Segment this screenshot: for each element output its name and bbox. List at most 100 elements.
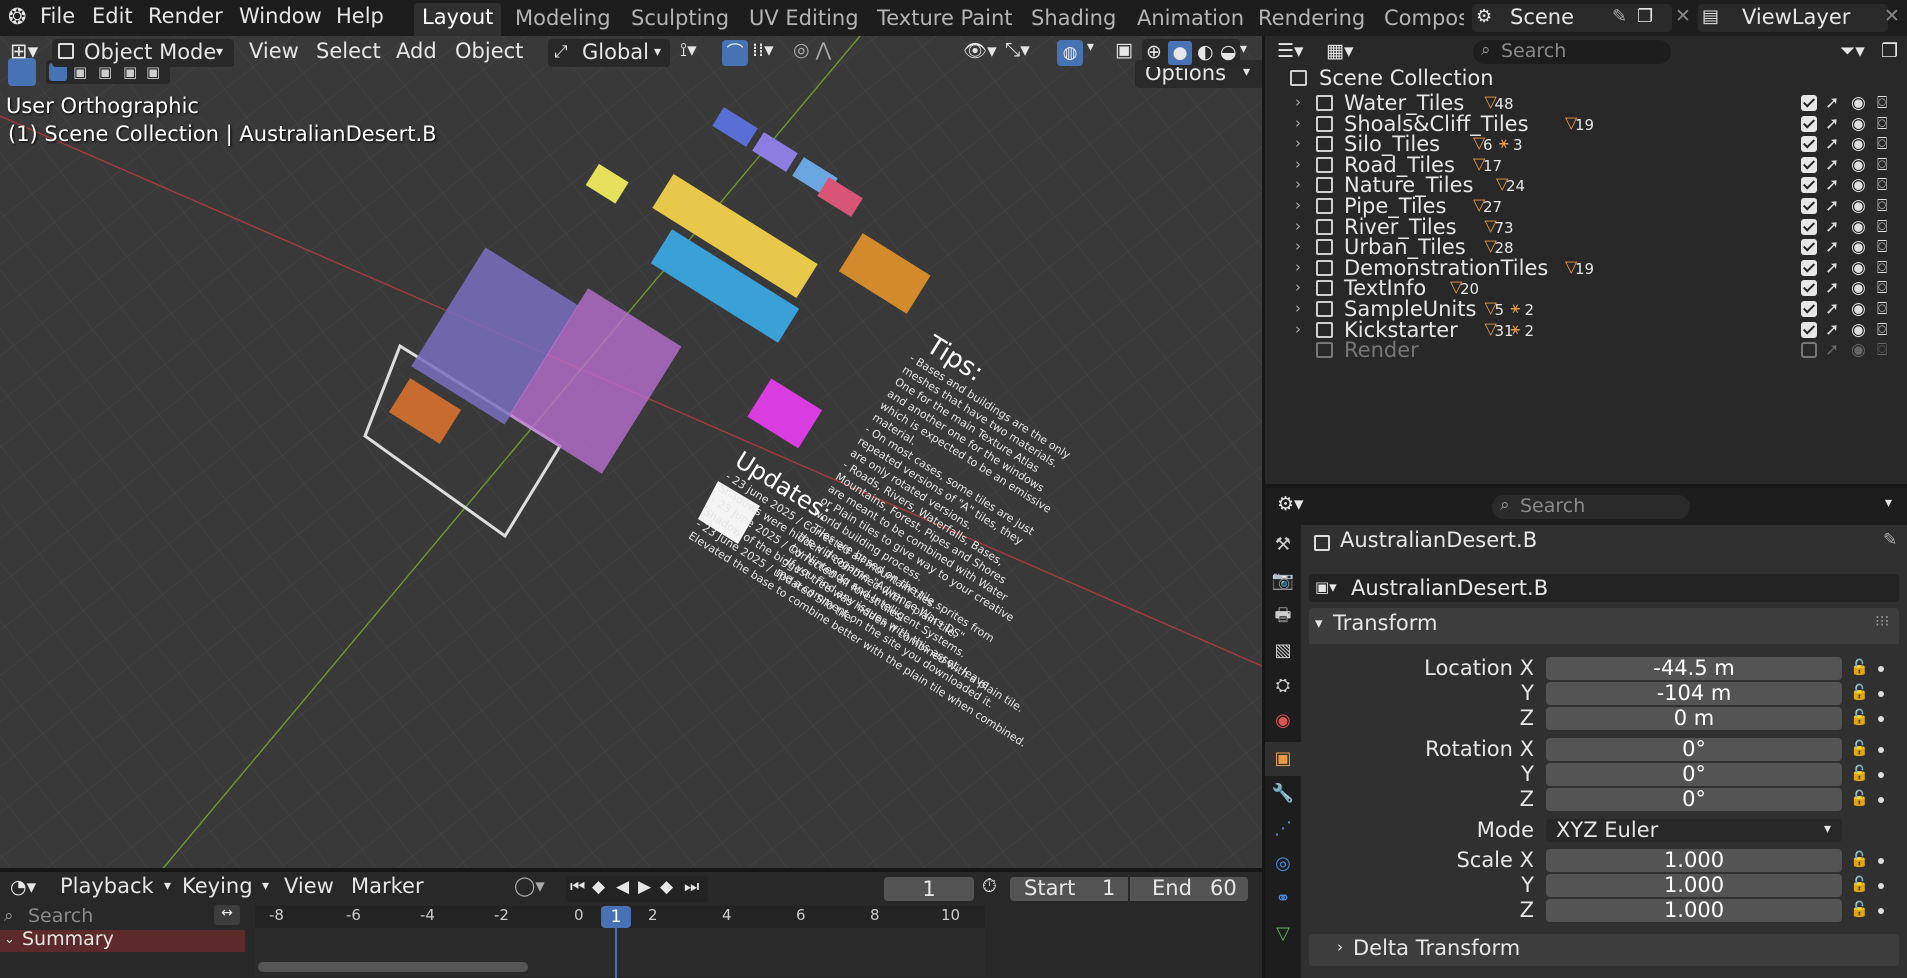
tab-rendering[interactable]: Rendering	[1258, 6, 1365, 30]
close-view-layer-icon[interactable]: ✕	[1884, 5, 1900, 27]
camera-icon[interactable]: ⌼	[1877, 155, 1887, 175]
pin-icon[interactable]: ✎	[1883, 530, 1897, 550]
area-divider[interactable]	[0, 868, 1262, 872]
lock-icon[interactable]: 🔓	[1850, 683, 1869, 701]
menu-view[interactable]: View	[284, 874, 334, 898]
lock-icon[interactable]: 🔓	[1850, 900, 1869, 918]
tab-sculpting[interactable]: Sculpting	[631, 6, 729, 30]
menu-edit[interactable]: Edit	[92, 4, 133, 28]
blender-logo-icon[interactable]: ❂	[8, 5, 26, 30]
keyframe-dot[interactable]	[1878, 908, 1884, 914]
proportional-edit-icon[interactable]: ◎ ⋀	[793, 39, 831, 61]
close-scene-icon[interactable]: ✕	[1675, 5, 1691, 27]
exclude-checkbox[interactable]	[1801, 115, 1817, 132]
scale-y-field[interactable]: 1.000	[1546, 874, 1842, 897]
tab-layout[interactable]: Layout	[414, 3, 502, 36]
exclude-checkbox[interactable]	[1801, 198, 1817, 214]
selectable-icon[interactable]: ➚	[1825, 196, 1839, 216]
output-tab-icon[interactable]: 🖶	[1265, 599, 1301, 633]
selectable-icon[interactable]: ➚	[1825, 320, 1839, 340]
exclude-checkbox[interactable]	[1801, 95, 1817, 111]
modifier-tab-icon[interactable]: 🔧	[1265, 777, 1301, 811]
current-frame-field[interactable]: 1	[884, 877, 974, 901]
playhead-frame[interactable]: 1	[601, 906, 631, 928]
transform-panel-header[interactable]: ▾ Transform ⁝⁝⁝	[1309, 608, 1899, 644]
chevron-right-icon[interactable]: ›	[1295, 93, 1301, 111]
lock-icon[interactable]: 🔓	[1850, 789, 1869, 807]
eye-icon[interactable]: ◉	[1851, 93, 1866, 113]
eye-icon[interactable]: ◉	[1851, 175, 1866, 195]
scene-collection-row[interactable]: Scene Collection	[1265, 66, 1907, 91]
rotation-y-field[interactable]: 0°	[1546, 763, 1842, 786]
location-y-field[interactable]: -104 m	[1546, 682, 1842, 705]
properties-editor-icon[interactable]: ⚙▾	[1277, 493, 1304, 515]
location-z-field[interactable]: 0 m	[1546, 707, 1842, 730]
material-shading-icon[interactable]: ◐	[1197, 41, 1214, 63]
area-divider[interactable]	[1262, 36, 1265, 978]
chevron-down-icon[interactable]: ▾	[1240, 41, 1247, 57]
end-frame-field[interactable]: End 60	[1130, 876, 1248, 901]
selectable-icon[interactable]: ➚	[1825, 155, 1839, 175]
exclude-checkbox[interactable]	[1801, 301, 1817, 317]
selectable-icon[interactable]: ➚	[1825, 237, 1839, 257]
transform-orientation-selector[interactable]: ⤢ Global ▾	[548, 39, 670, 67]
chevron-right-icon[interactable]: ›	[1295, 196, 1301, 214]
view-layer-selector[interactable]: ▤ ViewLayer	[1698, 4, 1888, 32]
chevron-right-icon[interactable]: ›	[1295, 134, 1301, 152]
next-keyframe-icon[interactable]: ◆	[660, 877, 673, 897]
chevron-right-icon[interactable]: ›	[1295, 217, 1301, 235]
shading-mode-buttons[interactable]: ⊕ ● ◐ ◒	[1142, 39, 1240, 67]
chevron-right-icon[interactable]: ›	[1295, 155, 1301, 173]
eye-icon[interactable]: ◉	[1851, 217, 1866, 237]
selectable-icon[interactable]: ➚	[1825, 93, 1839, 113]
timeline-scrollbar[interactable]	[258, 962, 528, 972]
selectable-icon[interactable]: ➚	[1825, 299, 1839, 319]
chevron-down-icon[interactable]: ▾	[1885, 495, 1892, 511]
delta-transform-header[interactable]: › Delta Transform	[1309, 934, 1899, 966]
keyframe-dot[interactable]	[1878, 883, 1884, 889]
display-mode-icon[interactable]: ▦▾	[1326, 40, 1354, 62]
menu-marker[interactable]: Marker	[351, 874, 424, 898]
play-reverse-icon[interactable]: ◀	[616, 877, 629, 897]
constraints-tab-icon[interactable]: ⚭	[1265, 882, 1301, 916]
camera-icon[interactable]: ⌼	[1877, 93, 1887, 113]
tab-modeling[interactable]: Modeling	[515, 6, 611, 30]
wireframe-shading-icon[interactable]: ⊕	[1146, 41, 1162, 63]
editor-type-icon[interactable]: ⊞▾	[10, 39, 38, 63]
exclude-checkbox[interactable]	[1801, 321, 1817, 338]
exclude-checkbox[interactable]	[1801, 177, 1817, 194]
view-layer-tab-icon[interactable]: ▧	[1265, 634, 1301, 668]
pivot-icon[interactable]: ⟟▾	[680, 39, 697, 61]
rotation-mode-select[interactable]: XYZ Euler ▾	[1546, 818, 1842, 842]
camera-icon[interactable]: ⌼	[1877, 340, 1887, 360]
outliner-search-input[interactable]: ⌕ Search	[1473, 40, 1671, 64]
keyframe-dot[interactable]	[1878, 716, 1884, 722]
selectable-icon[interactable]: ➚	[1825, 258, 1839, 278]
start-frame-field[interactable]: Start 1	[1010, 876, 1128, 901]
chevron-right-icon[interactable]: ›	[1295, 258, 1301, 276]
tool-tab-icon[interactable]: ⚒	[1265, 528, 1301, 562]
chevron-right-icon[interactable]: ›	[1295, 299, 1301, 317]
auto-keying-icon[interactable]: ◯▾	[514, 875, 545, 897]
exclude-checkbox[interactable]	[1801, 136, 1817, 153]
scale-z-field[interactable]: 1.000	[1546, 899, 1842, 922]
snap-target-icon[interactable]: ⁞⁞▾	[752, 39, 774, 61]
keyframe-dot[interactable]	[1878, 691, 1884, 697]
eye-icon[interactable]: ◉	[1851, 155, 1866, 175]
camera-icon[interactable]: ⌼	[1877, 278, 1887, 298]
chevron-down-icon[interactable]: ▾	[1087, 39, 1094, 55]
new-collection-icon[interactable]: ❐	[1881, 40, 1898, 62]
eye-icon[interactable]: ◉	[1851, 299, 1866, 319]
summary-row[interactable]: ⌄ Summary	[0, 928, 245, 952]
lock-icon[interactable]: 🔓	[1850, 850, 1869, 868]
camera-icon[interactable]: ⌼	[1877, 299, 1887, 319]
exclude-checkbox[interactable]	[1801, 259, 1817, 276]
physics-tab-icon[interactable]: ◎	[1265, 847, 1301, 881]
area-divider[interactable]	[1265, 484, 1907, 488]
camera-icon[interactable]: ⌼	[1877, 175, 1887, 195]
selectable-icon[interactable]: ➚	[1825, 114, 1839, 134]
camera-icon[interactable]: ⌼	[1877, 196, 1887, 216]
selectable-icon[interactable]: ➚	[1825, 278, 1839, 298]
eye-icon[interactable]: ◉	[1851, 196, 1866, 216]
keyframe-dot[interactable]	[1878, 666, 1884, 672]
